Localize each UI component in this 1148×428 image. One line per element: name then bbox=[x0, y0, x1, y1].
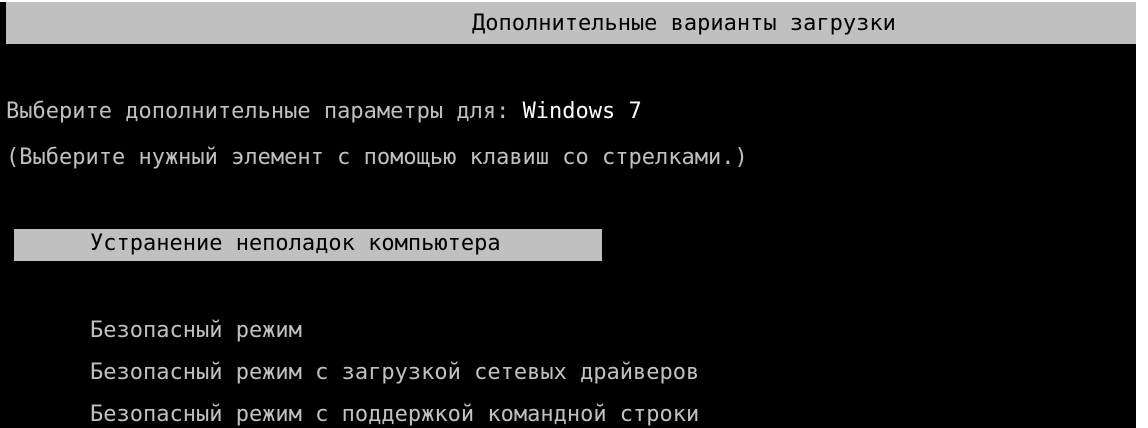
menu-item-safe-mode-command-prompt[interactable]: Безопасный режим с поддержкой командной … bbox=[90, 400, 699, 428]
screen-title: Дополнительные варианты загрузки bbox=[472, 11, 896, 36]
advanced-boot-options-screen: Дополнительные варианты загрузки Выберит… bbox=[0, 2, 1136, 428]
prompt-line: Выберите дополнительные параметры для: W… bbox=[6, 97, 642, 127]
screenshot: Дополнительные варианты загрузки Выберит… bbox=[0, 0, 1148, 428]
os-name: Windows 7 bbox=[522, 99, 642, 124]
menu-item-safe-mode-networking[interactable]: Безопасный режим с загрузкой сетевых дра… bbox=[90, 358, 699, 388]
menu-item-repair-computer[interactable]: Устранение неполадок компьютера bbox=[14, 229, 602, 261]
navigation-hint: (Выберите нужный элемент с помощью клави… bbox=[6, 145, 748, 170]
menu-item-safe-mode[interactable]: Безопасный режим bbox=[90, 316, 302, 346]
title-bar: Дополнительные варианты загрузки bbox=[6, 2, 1136, 44]
prompt-label: Выберите дополнительные параметры для: bbox=[6, 99, 523, 124]
